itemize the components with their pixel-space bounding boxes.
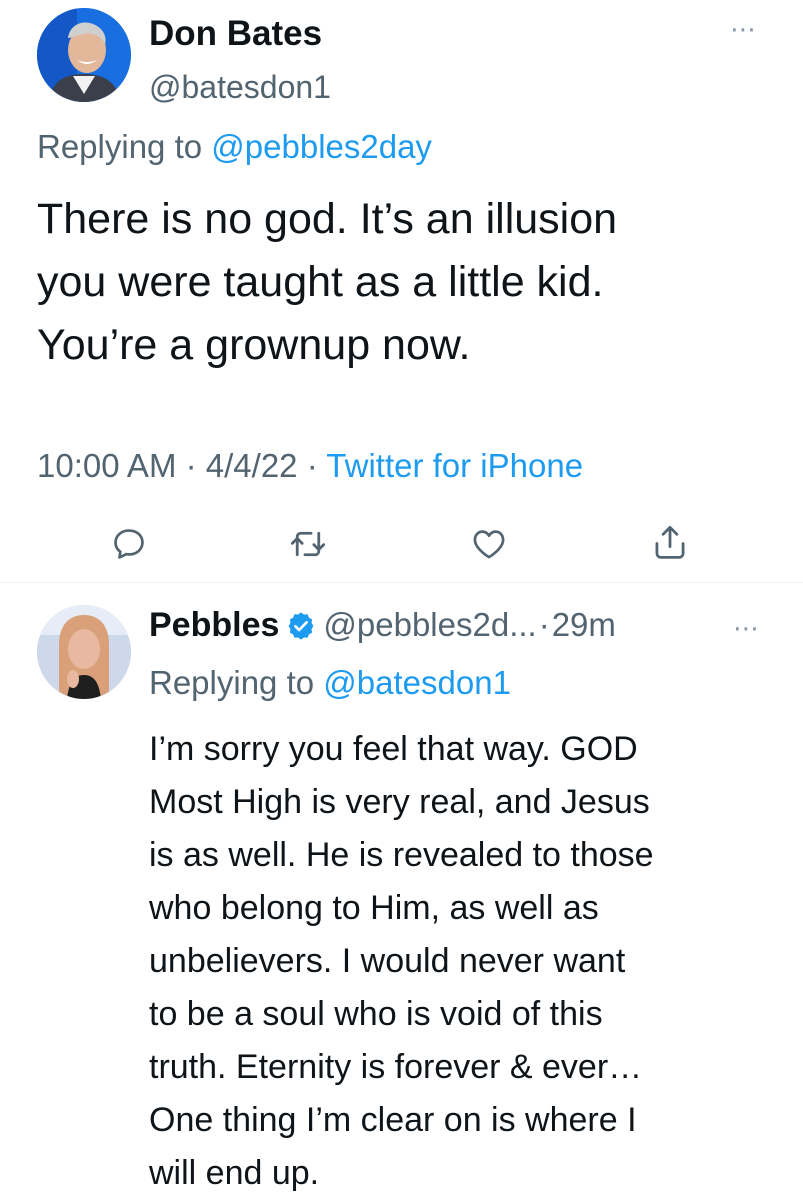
author-handle[interactable]: @batesdon1 xyxy=(149,67,331,107)
avatar-portrait-icon xyxy=(37,605,131,699)
meta-separator: · xyxy=(185,447,197,484)
author-name[interactable]: Don Bates xyxy=(149,13,322,55)
avatar-portrait-icon xyxy=(37,8,131,102)
more-options-icon[interactable]: ⋯ xyxy=(730,14,757,44)
verified-badge-icon xyxy=(285,609,317,641)
replying-to-label: Replying to xyxy=(149,664,315,701)
reply-author-handle[interactable]: @pebbles2d... xyxy=(323,603,536,647)
reply-header-line: Pebbles @pebbles2d... · 29m xyxy=(149,603,616,647)
reply-text: I’m sorry you feel that way. GOD Most Hi… xyxy=(149,730,654,1192)
reply-icon xyxy=(114,529,144,559)
reply-replying-to-line: Replying to @batesdon1 xyxy=(149,661,511,705)
reply-author-avatar[interactable] xyxy=(37,605,131,699)
header-separator: · xyxy=(538,606,550,643)
reply-author-name[interactable]: Pebbles xyxy=(149,603,279,647)
like-button[interactable] xyxy=(470,525,508,563)
like-icon xyxy=(473,530,505,559)
replying-to-line: Replying to @pebbles2day xyxy=(37,125,432,169)
retweet-icon xyxy=(290,531,326,557)
share-button[interactable] xyxy=(651,522,689,562)
tweet-time[interactable]: 10:00 AM xyxy=(37,447,176,484)
reply-age[interactable]: 29m xyxy=(552,603,616,647)
replying-to-handle-link[interactable]: @pebbles2day xyxy=(211,128,432,165)
tweet-text: There is no god. It’s an illusion you we… xyxy=(37,195,618,369)
retweet-button[interactable] xyxy=(288,525,328,563)
author-avatar[interactable] xyxy=(37,8,131,102)
tweet-date[interactable]: 4/4/22 xyxy=(206,447,298,484)
reply-tweet: Pebbles @pebbles2d... · 29m ⋯ Replying t… xyxy=(0,583,803,1200)
tweet-meta-line: 10:00 AM · 4/4/22 · Twitter for iPhone xyxy=(37,444,583,488)
meta-separator: · xyxy=(306,447,318,484)
reply-button[interactable] xyxy=(110,525,148,563)
share-icon xyxy=(655,526,685,559)
replying-to-handle-link[interactable]: @batesdon1 xyxy=(323,664,511,701)
more-options-icon[interactable]: ⋯ xyxy=(733,613,760,643)
main-tweet: Don Bates @batesdon1 ⋯ Replying to @pebb… xyxy=(0,0,803,582)
tweet-source-link[interactable]: Twitter for iPhone xyxy=(326,447,583,484)
replying-to-label: Replying to xyxy=(37,128,203,165)
